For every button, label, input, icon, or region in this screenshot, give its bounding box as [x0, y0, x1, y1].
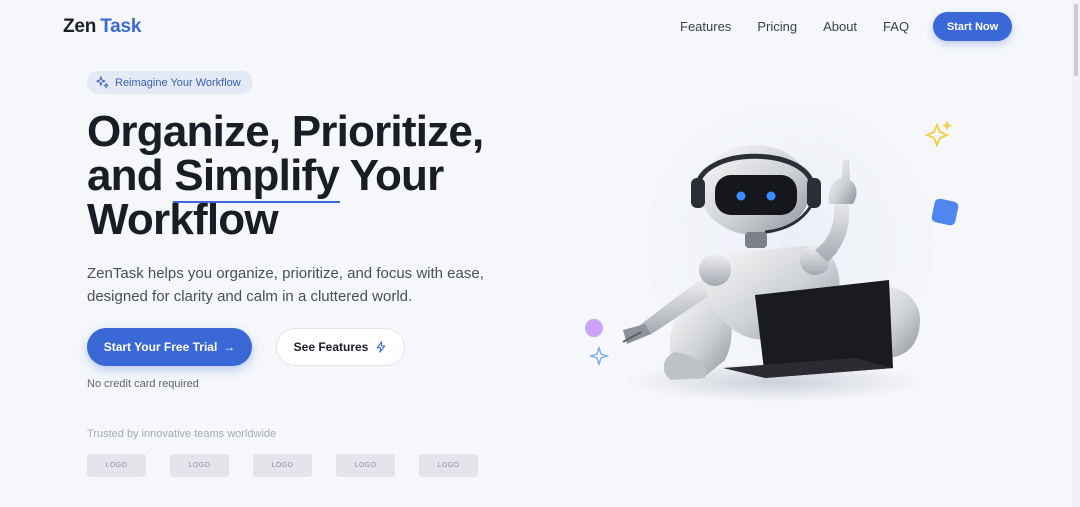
brand-logo-second: Task	[100, 16, 142, 37]
sparkles-icon	[96, 76, 109, 89]
start-free-trial-label: Start Your Free Trial	[103, 340, 218, 354]
partner-logo: LOGO	[253, 454, 312, 477]
page-scrollbar[interactable]	[1072, 0, 1080, 507]
yellow-sparkle-icon	[924, 122, 950, 148]
nav-link-features[interactable]: Features	[680, 18, 731, 36]
main-nav: Features Pricing About FAQ	[680, 18, 935, 36]
headline-line-2-start: and	[87, 151, 164, 200]
hero-headline: Organize, Prioritize, and Simplify Your …	[87, 110, 567, 242]
hero-badge-label: Reimagine Your Workflow	[115, 76, 241, 89]
landing-page: Zen Task Features Pricing About FAQ Start…	[0, 0, 1080, 507]
nav-link-faq[interactable]: FAQ	[883, 18, 909, 36]
scrollbar-thumb[interactable]	[1074, 4, 1078, 76]
robot-ear-right	[807, 178, 821, 208]
headline-line-2-end: Your	[349, 151, 445, 200]
partner-logo: LOGO	[87, 454, 146, 477]
brand-logo[interactable]: Zen Task	[63, 16, 141, 38]
robot-visor	[715, 175, 797, 215]
start-now-button[interactable]: Start Now	[933, 12, 1012, 41]
robot-eye-left	[736, 191, 746, 201]
no-credit-card-note: No credit card required	[87, 378, 199, 390]
robot-ear-left	[691, 178, 705, 208]
robot-right-hand	[828, 160, 857, 204]
start-free-trial-button[interactable]: Start Your Free Trial →	[87, 328, 252, 366]
trusted-by-label: Trusted by innovative teams worldwide	[87, 428, 277, 440]
robot-right-arm	[815, 198, 849, 262]
robot-neck	[745, 232, 767, 248]
purple-dot	[585, 319, 603, 337]
arrow-right-icon: →	[223, 340, 236, 354]
headline-line-1: Organize, Prioritize,	[87, 107, 484, 156]
blue-cube	[931, 198, 959, 226]
headline-highlight: Simplify	[174, 151, 340, 200]
yellow-sparkle-small-icon	[942, 120, 952, 131]
nav-link-about[interactable]: About	[823, 18, 857, 36]
hero-subtitle: ZenTask helps you organize, prioritize, …	[87, 265, 484, 305]
blue-sparkle-icon	[588, 345, 610, 367]
partner-logo: LOGO	[170, 454, 229, 477]
partner-logo: LOGO	[336, 454, 395, 477]
brand-logo-first: Zen	[63, 16, 97, 37]
see-features-button[interactable]: See Features	[276, 328, 405, 366]
lightning-icon	[377, 341, 386, 353]
see-features-label: See Features	[293, 340, 369, 354]
nav-link-pricing[interactable]: Pricing	[757, 18, 797, 36]
partner-logos: LOGO LOGO LOGO LOGO LOGO	[87, 454, 478, 477]
robot-eye-right	[766, 191, 776, 201]
robot-shoulder-left	[699, 254, 731, 286]
partner-logo: LOGO	[419, 454, 478, 477]
hero-badge: Reimagine Your Workflow	[87, 71, 253, 94]
robot-illustration	[585, 120, 959, 402]
